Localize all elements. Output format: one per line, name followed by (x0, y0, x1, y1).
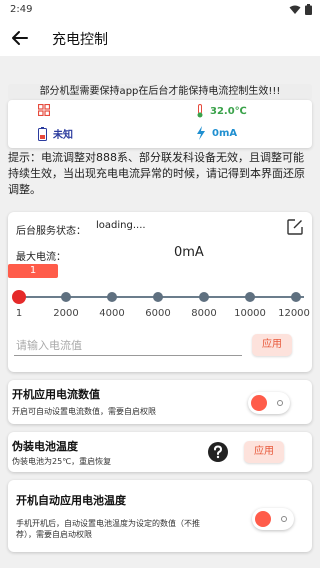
service-status-label: 后台服务状态： (16, 226, 86, 237)
slider-tick-label: 1 (15, 308, 23, 319)
slider-tick-label: 8000 (191, 308, 217, 319)
boot-current-toggle[interactable] (248, 392, 290, 414)
battery-info-panel: 32.0℃ 未知 0mA (8, 100, 312, 148)
edit-icon[interactable] (286, 218, 304, 236)
page-title: 充电控制 (52, 32, 108, 48)
help-icon[interactable] (208, 442, 228, 462)
slider-value-tooltip: 1 (8, 264, 58, 278)
boot-current-title: 开机应用电流数值 (12, 388, 100, 401)
slider-tick (245, 292, 255, 302)
boot-current-card: 开机应用电流数值 开启可自动设置电流数值，需要自启权限 (8, 380, 312, 424)
boot-temp-card: 开机自动应用电池温度 手机开机后，自动设置电池温度为设定的数值（不推荐），需要自… (8, 480, 312, 552)
max-current-value: 0mA (174, 245, 204, 260)
slider-tick (61, 292, 71, 302)
grid-icon (38, 104, 50, 116)
boot-temp-toggle[interactable] (252, 508, 294, 530)
boot-temp-subtitle: 手机开机后，自动设置电池温度为设定的数值（不推荐），需要自启动权限 (16, 519, 200, 539)
info-cell-apps (38, 104, 50, 116)
slider-tick-label: 6000 (145, 308, 171, 319)
battery-icon (305, 4, 312, 15)
slider-tick (291, 292, 301, 302)
max-current-label: 最大电流： (16, 252, 66, 263)
fake-temp-card: 伪装电池温度 伪装电池为25℃，重启恢复 应用 (8, 432, 312, 472)
app-bar: 充电控制 (0, 20, 320, 56)
thermometer-icon (197, 104, 203, 118)
service-status-value: loading.... (96, 220, 146, 231)
info-cell-current: 0mA (196, 126, 237, 140)
slider-tick-label: 12000 (278, 308, 310, 319)
fake-temp-subtitle: 伪装电池为25℃，重启恢复 (12, 457, 112, 466)
slider-tick (153, 292, 163, 302)
status-bar: 2:49 (0, 0, 320, 20)
wifi-icon (289, 5, 301, 14)
service-card: 后台服务状态： loading.... 最大电流： 0mA 1 1 2000 4… (8, 212, 312, 372)
battery-status-value: 未知 (53, 130, 73, 141)
lightning-icon (197, 126, 205, 140)
status-time: 2:49 (10, 4, 33, 15)
apply-fake-temp-button[interactable]: 应用 (244, 441, 284, 463)
current-input[interactable]: 请输入电流值 (14, 336, 242, 356)
slider-tick-label: 10000 (234, 308, 266, 319)
tip-text: 提示：电流调整对888系、部分联发科设备无效，且调整可能持续生效，当出现充电电流… (8, 151, 305, 196)
temperature-value: 32.0℃ (210, 105, 247, 117)
boot-current-subtitle: 开启可自动设置电流数值，需要自启权限 (12, 407, 156, 416)
slider-tick (199, 292, 209, 302)
info-cell-battery: 未知 (38, 126, 73, 141)
slider-tick-label: 4000 (99, 308, 125, 319)
info-cell-temperature: 32.0℃ (196, 104, 247, 118)
current-slider-thumb[interactable] (12, 290, 26, 304)
back-arrow-icon[interactable] (10, 28, 30, 48)
slider-tick (107, 292, 117, 302)
fake-temp-title: 伪装电池温度 (12, 440, 78, 453)
slider-tick-label: 2000 (53, 308, 79, 319)
background-notice: 部分机型需要保持app在后台才能保持电流控制生效!!! (8, 84, 312, 100)
current-value: 0mA (212, 127, 238, 139)
boot-temp-title: 开机自动应用电池温度 (16, 494, 126, 507)
apply-current-button[interactable]: 应用 (252, 334, 292, 356)
battery-status-icon (38, 126, 47, 141)
